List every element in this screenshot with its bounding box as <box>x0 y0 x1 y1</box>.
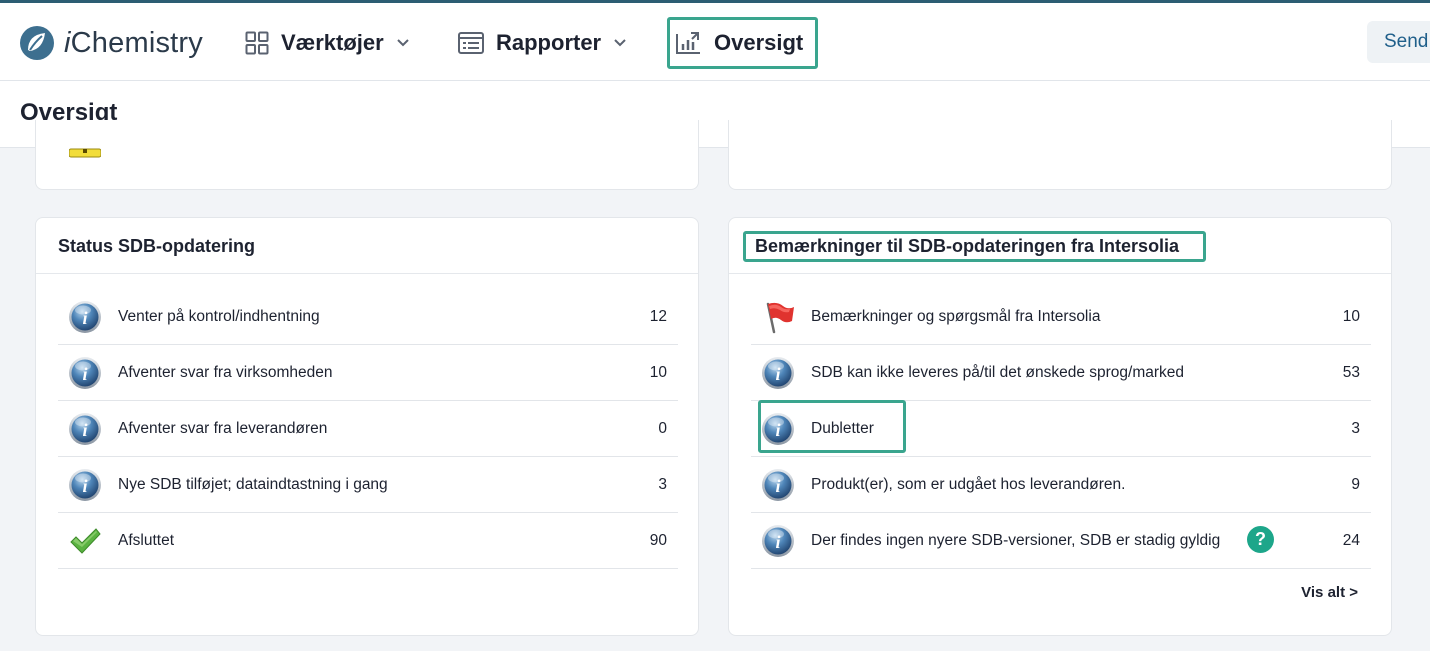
card-divider <box>36 273 698 274</box>
remarks-row-duplicates[interactable]: Dubletter 3 <box>751 400 1371 457</box>
status-list: Venter på kontrol/indhentning 12 Afvente… <box>58 289 678 569</box>
row-count: 3 <box>1351 419 1360 437</box>
grid-icon <box>245 31 269 55</box>
chevron-down-icon <box>614 39 626 47</box>
row-count: 9 <box>1351 475 1360 493</box>
status-row-awaiting-company[interactable]: Afventer svar fra virksomheden 10 <box>58 345 678 401</box>
row-label: Produkt(er), som er udgået hos leverandø… <box>811 475 1126 493</box>
ichemistry-leaf-icon <box>20 26 54 60</box>
chart-icon <box>676 32 700 54</box>
report-list-icon <box>458 32 484 54</box>
send-button[interactable]: Send <box>1367 21 1430 63</box>
app-logo[interactable]: iChemistry <box>19 25 203 61</box>
row-count: 0 <box>658 419 667 437</box>
send-button-label: Send <box>1384 31 1429 52</box>
help-question-icon[interactable]: ? <box>1247 526 1274 553</box>
status-card-title: Status SDB-opdatering <box>58 236 256 256</box>
remarks-row-discontinued[interactable]: Produkt(er), som er udgået hos leverandø… <box>751 457 1371 513</box>
nav-tools[interactable]: Værktøjer <box>245 17 410 69</box>
remarks-list: Bemærkninger og spørgsmål fra Intersolia… <box>751 289 1371 569</box>
remarks-card-title: Bemærkninger til SDB-opdateringen fra In… <box>743 231 1207 262</box>
red-flag-icon <box>761 300 795 334</box>
row-count: 3 <box>658 475 667 493</box>
status-row-pending-check[interactable]: Venter på kontrol/indhentning 12 <box>58 289 678 345</box>
row-label: SDB kan ikke leveres på/til det ønskede … <box>811 363 1185 381</box>
info-icon <box>761 468 795 502</box>
warning-icon <box>69 148 101 158</box>
view-all-link[interactable]: Vis alt > <box>1301 584 1358 601</box>
info-icon <box>761 356 795 390</box>
row-count: 24 <box>1342 531 1360 549</box>
status-row-completed[interactable]: Afsluttet 90 <box>58 513 678 569</box>
remarks-row-no-newer-version[interactable]: Der findes ingen nyere SDB-versioner, SD… <box>751 513 1371 569</box>
status-sdb-card: Status SDB-opdatering Venter på kontrol/… <box>35 217 699 636</box>
row-label: Dubletter <box>811 419 874 437</box>
top-navigation-bar: iChemistry Værktøjer Rapporter Oversigt … <box>0 3 1430 81</box>
row-label: Venter på kontrol/indhentning <box>118 307 320 325</box>
nav-overview[interactable]: Oversigt <box>667 17 819 69</box>
row-count: 10 <box>1342 307 1360 325</box>
row-count: 90 <box>649 531 667 549</box>
remarks-row-language[interactable]: SDB kan ikke leveres på/til det ønskede … <box>751 345 1371 401</box>
row-label: Bemærkninger og spørgsmål fra Intersolia <box>811 307 1101 325</box>
remarks-row-questions[interactable]: Bemærkninger og spørgsmål fra Intersolia… <box>751 289 1371 345</box>
check-icon <box>68 524 102 558</box>
row-label: Der findes ingen nyere SDB-versioner, SD… <box>811 531 1221 549</box>
info-icon <box>68 468 102 502</box>
app-logo-text: iChemistry <box>64 26 203 59</box>
info-icon <box>68 356 102 390</box>
remarks-card: Bemærkninger til SDB-opdateringen fra In… <box>728 217 1392 636</box>
info-icon <box>761 524 795 558</box>
info-icon <box>761 412 795 446</box>
info-icon <box>68 412 102 446</box>
row-label: Afventer svar fra leverandøren <box>118 419 328 437</box>
card-partial-left <box>35 120 699 190</box>
status-row-new-sdb[interactable]: Nye SDB tilføjet; dataindtastning i gang… <box>58 457 678 513</box>
row-label: Afventer svar fra virksomheden <box>118 363 333 381</box>
nav-tools-label: Værktøjer <box>281 30 384 55</box>
row-count: 12 <box>649 307 667 325</box>
row-count: 10 <box>649 363 667 381</box>
nav-reports-label: Rapporter <box>496 30 602 55</box>
status-row-awaiting-supplier[interactable]: Afventer svar fra leverandøren 0 <box>58 401 678 457</box>
card-partial-right <box>728 120 1392 190</box>
card-divider <box>729 273 1391 274</box>
nav-overview-label: Oversigt <box>714 30 804 55</box>
nav-reports[interactable]: Rapporter <box>458 17 627 69</box>
row-label: Afsluttet <box>118 531 174 549</box>
chevron-down-icon <box>397 39 409 47</box>
row-label: Nye SDB tilføjet; dataindtastning i gang <box>118 475 388 493</box>
row-count: 53 <box>1342 363 1360 381</box>
info-icon <box>68 300 102 334</box>
